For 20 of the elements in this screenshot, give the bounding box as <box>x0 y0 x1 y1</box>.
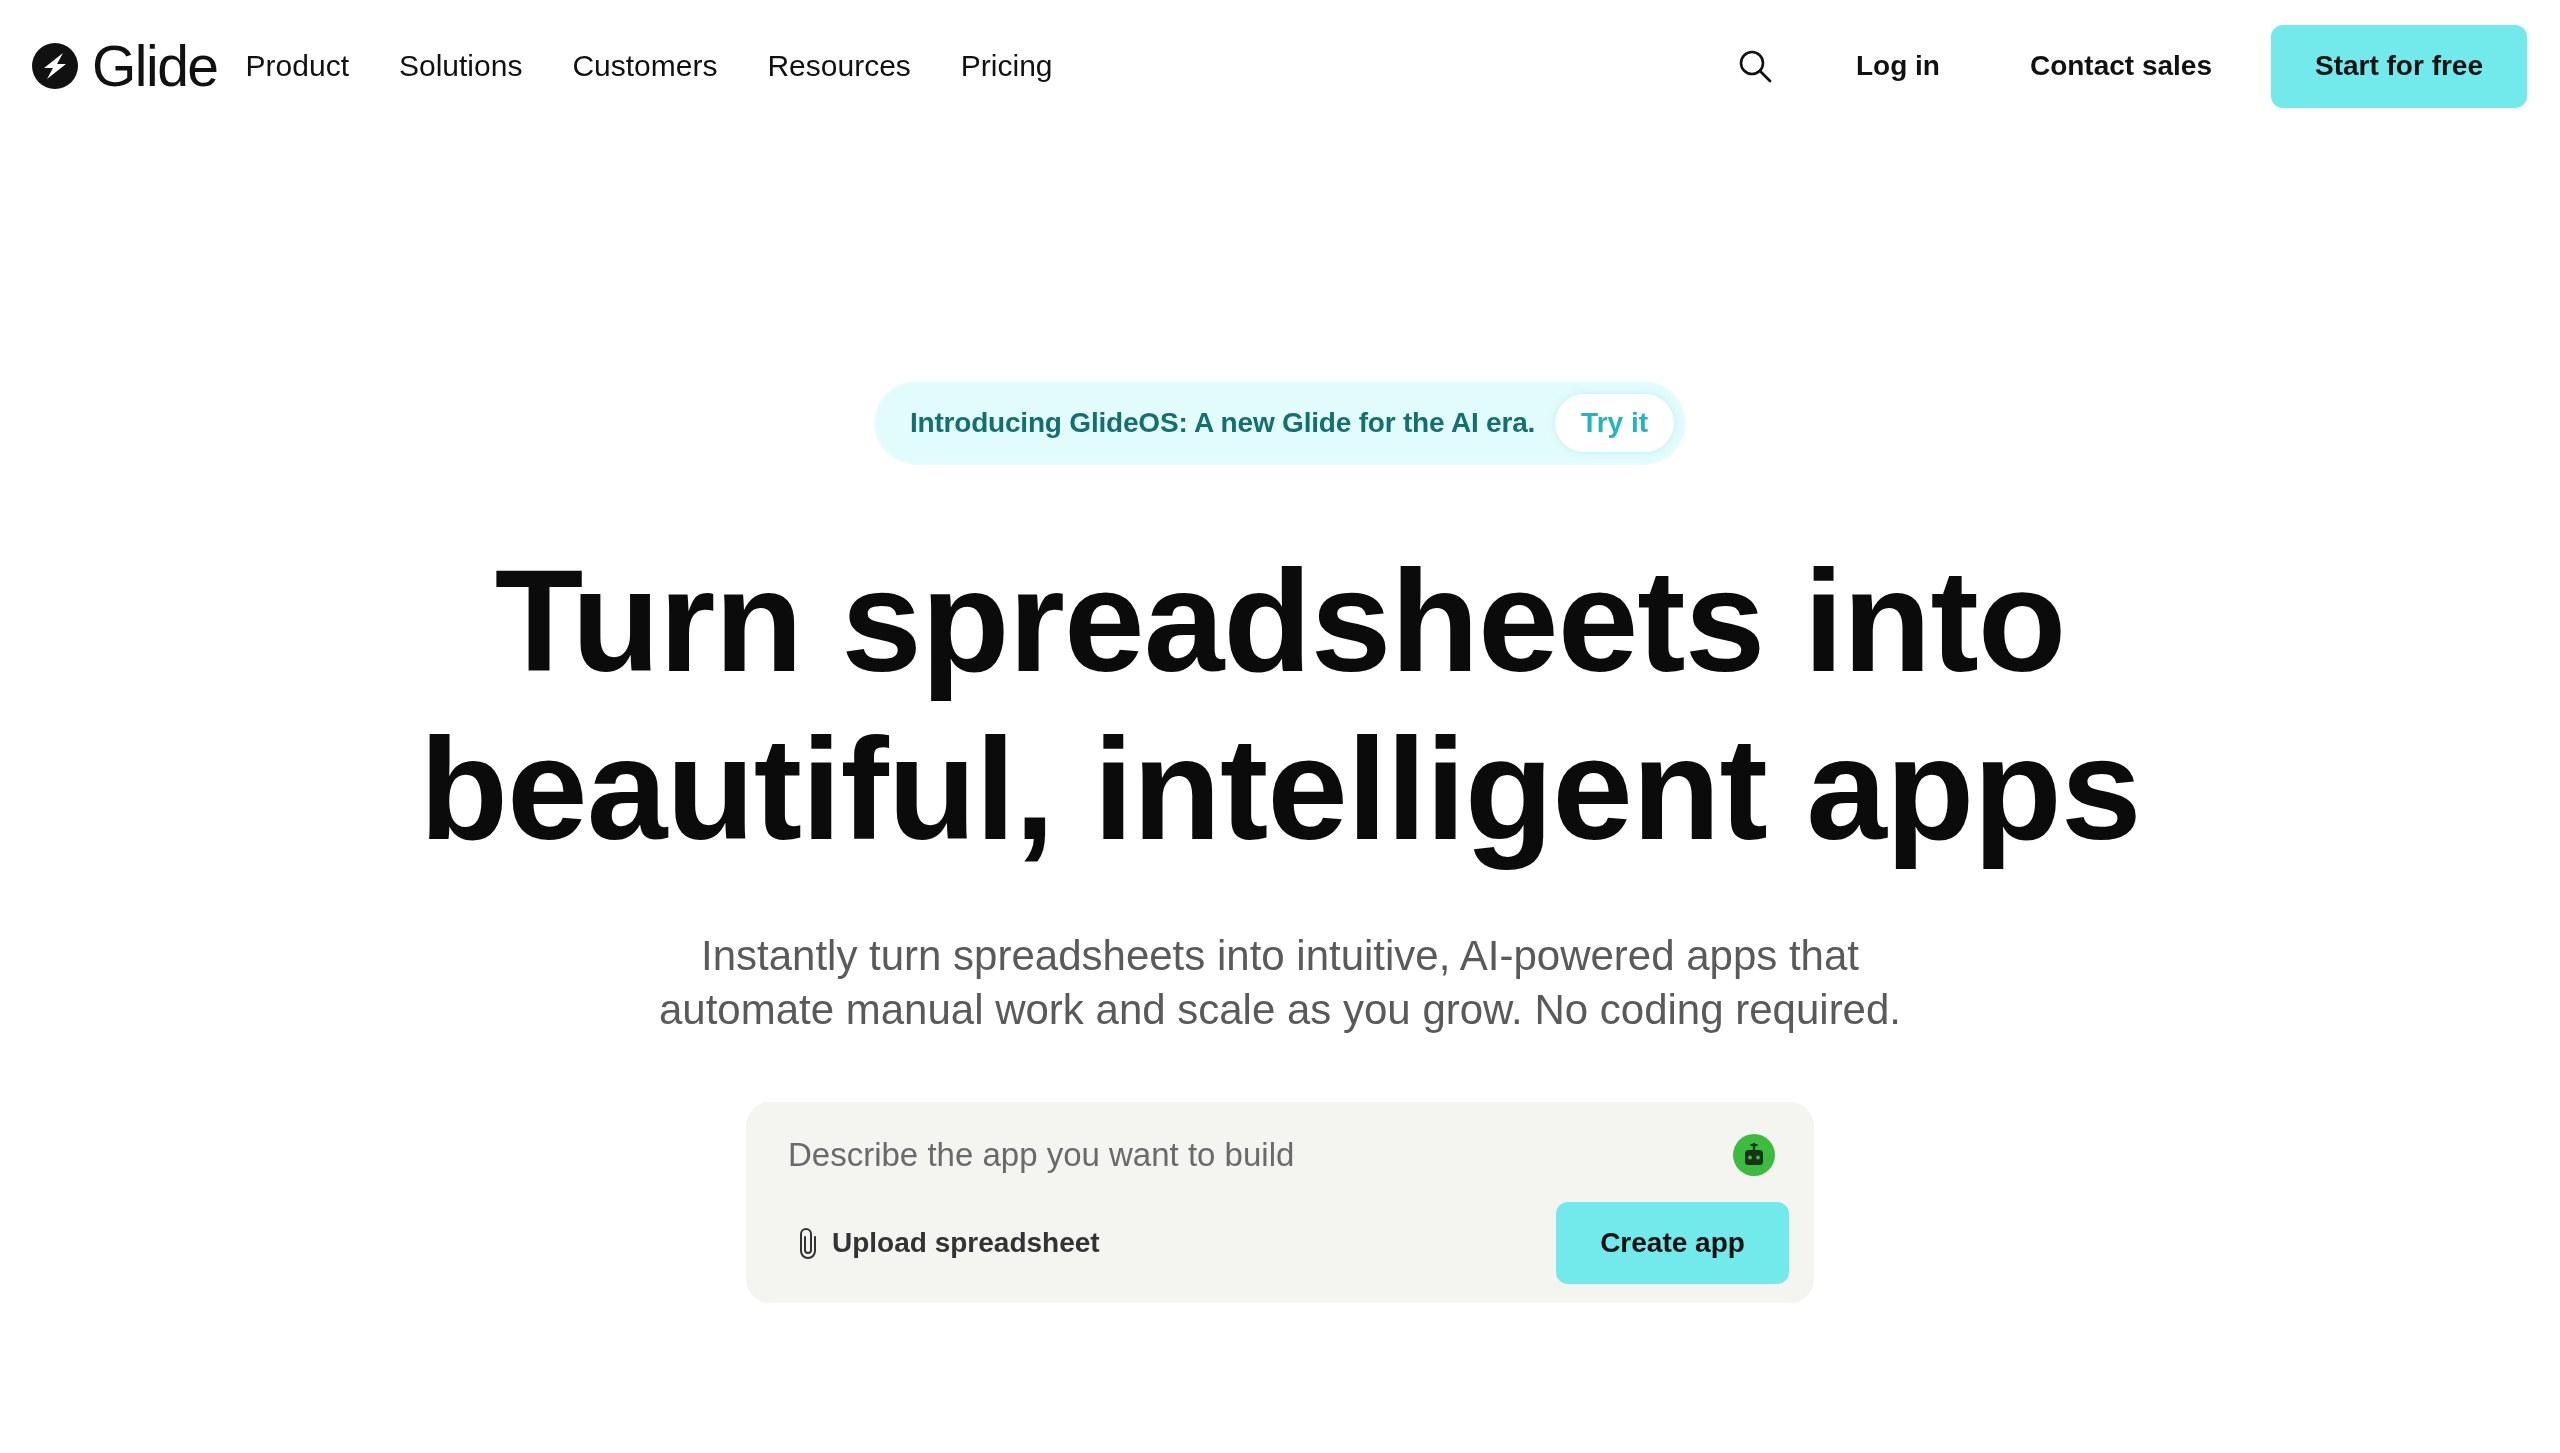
search-icon <box>1737 49 1772 83</box>
robot-icon[interactable] <box>1733 1134 1775 1176</box>
upload-spreadsheet-button[interactable]: Upload spreadsheet <box>797 1227 1100 1259</box>
start-for-free-button[interactable]: Start for free <box>2271 24 2527 108</box>
nav-link[interactable]: Pricing <box>960 48 1053 84</box>
prompt-input[interactable]: Describe the app you want to build <box>788 1134 1713 1176</box>
nav-link[interactable]: Customers <box>572 48 718 84</box>
create-app-button[interactable]: Create app <box>1556 1202 1789 1284</box>
nav-link[interactable]: Resources <box>767 48 911 84</box>
announcement-text: Introducing GlideOS: A new Glide for the AI era. <box>909 407 1536 439</box>
nav-link[interactable]: Product <box>245 48 349 84</box>
hero-subtitle: Instantly turn spreadsheets into intuitive, AI-powered apps that automate manual work and scale as you grow. No coding required. <box>657 931 1902 1035</box>
nav-link[interactable]: Solutions <box>398 48 523 84</box>
paperclip-icon <box>797 1227 819 1259</box>
login-link[interactable]: Log in <box>1855 49 1940 83</box>
hero-heading: Turn spreadsheets into beautiful, intelligent apps <box>418 539 2142 872</box>
search-button[interactable] <box>1737 49 1772 83</box>
contact-sales-link[interactable]: Contact sales <box>2029 49 2212 83</box>
bolt-logo-icon <box>32 43 78 89</box>
logo-link[interactable]: Glide <box>32 37 218 95</box>
